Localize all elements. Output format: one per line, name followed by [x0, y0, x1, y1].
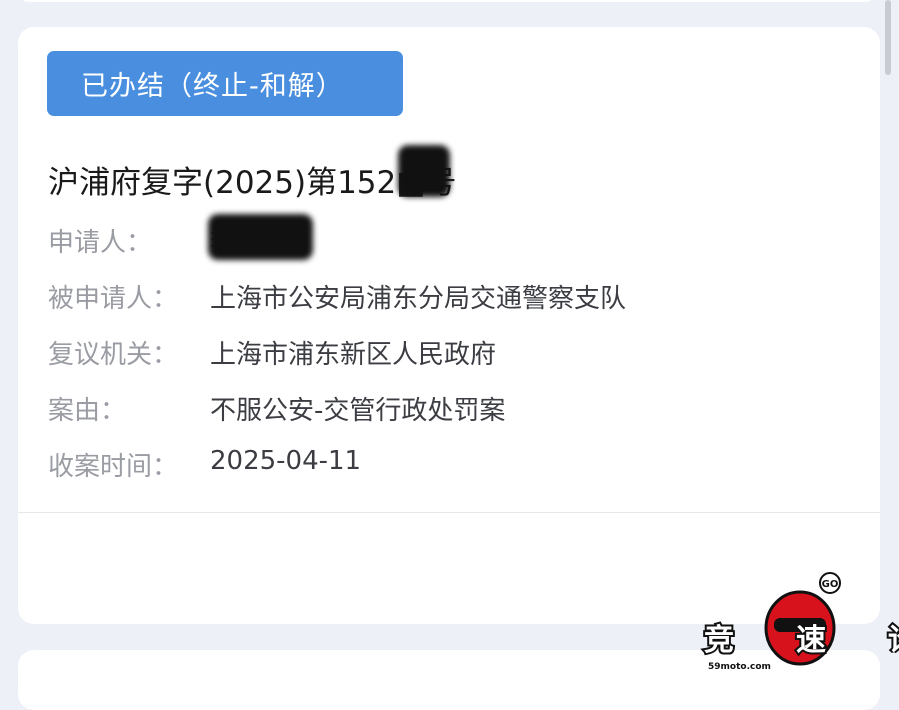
divider — [18, 512, 880, 513]
scrollbar[interactable] — [885, 0, 891, 75]
field-value: 上海市浦东新区人民政府 — [210, 340, 497, 370]
case-number-title: 沪浦府复字(2025)第152■号 — [48, 165, 457, 201]
watermark-site: 59moto.com — [708, 662, 771, 672]
previous-card — [18, 0, 876, 2]
field-label: 案由： — [48, 396, 127, 426]
forum-watermark-logo: GO 竞速论坛 59moto.com — [702, 572, 899, 672]
field-value: 2025-04-11 — [210, 446, 362, 476]
field-value: 不服公安-交管行政处罚案 — [210, 396, 506, 426]
field-label: 复议机关： — [48, 340, 179, 370]
field-value: 上海市公安局浦东分局交通警察支队 — [210, 284, 627, 314]
field-label: 申请人： — [48, 228, 153, 258]
field-label: 收案时间： — [48, 452, 179, 482]
field-label: 被申请人： — [48, 284, 179, 314]
redaction-mark — [398, 145, 450, 197]
watermark-text: 竞速论坛 — [704, 623, 899, 658]
case-card[interactable]: 已办结（终止-和解） 沪浦府复字(2025)第152■号 申请人： 李 被申请人… — [18, 27, 880, 624]
redaction-mark — [208, 214, 313, 260]
watermark-badge: GO — [822, 579, 839, 590]
status-badge: 已办结（终止-和解） — [47, 51, 403, 116]
